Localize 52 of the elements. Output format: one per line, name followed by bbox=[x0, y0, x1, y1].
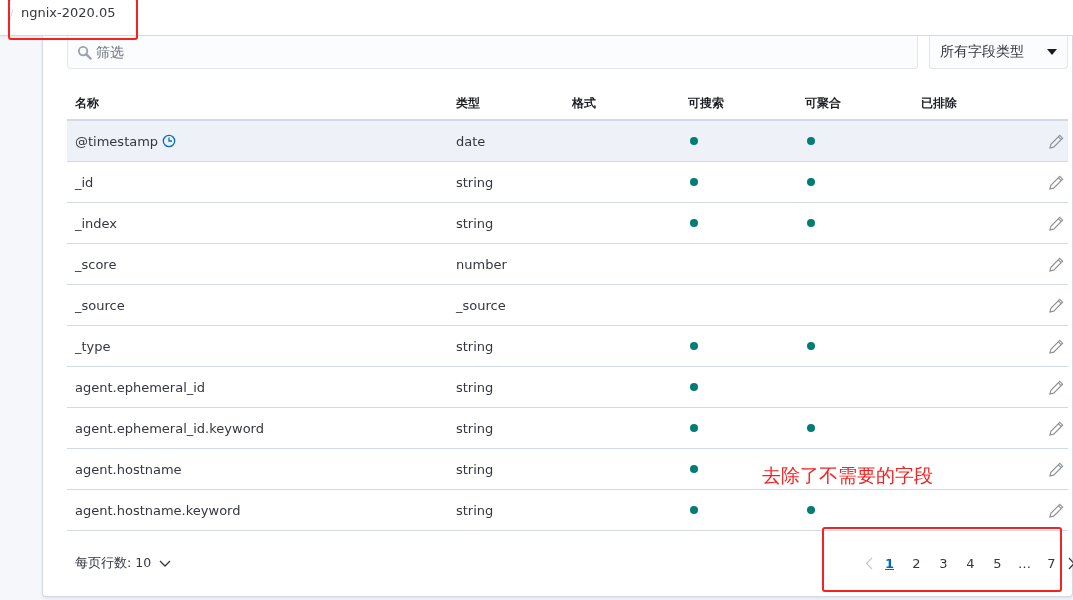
field-type: string bbox=[455, 174, 495, 190]
pencil-icon[interactable] bbox=[1049, 461, 1064, 477]
page-button[interactable]: 4 bbox=[960, 556, 981, 571]
pencil-icon[interactable] bbox=[1049, 133, 1064, 149]
search-field[interactable]: 筛选 bbox=[67, 36, 918, 69]
annotation-text: 去除了不需要的字段 bbox=[762, 463, 933, 488]
field-type: date bbox=[455, 133, 487, 149]
field-name: _score bbox=[75, 256, 117, 272]
field-name: agent.ephemeral_id.keyword bbox=[75, 420, 264, 436]
field-type: string bbox=[455, 379, 495, 395]
column-header[interactable]: 名称 bbox=[67, 95, 448, 111]
chevron-down-icon bbox=[159, 559, 172, 568]
pencil-icon[interactable] bbox=[1049, 420, 1064, 436]
page-button[interactable]: 7 bbox=[1041, 556, 1062, 571]
column-header[interactable]: 格式 bbox=[564, 95, 680, 111]
field-name: _id bbox=[75, 174, 94, 190]
field-type: string bbox=[455, 461, 495, 477]
breadcrumb-current: ngnix-2020.05 bbox=[21, 5, 116, 20]
field-type: string bbox=[455, 338, 495, 354]
field-type: _source bbox=[455, 297, 507, 313]
field-name: _index bbox=[75, 215, 118, 231]
pencil-icon[interactable] bbox=[1049, 502, 1064, 518]
caret-icon bbox=[1047, 49, 1057, 55]
rows-per-page-button[interactable]: 每页行数: 10 bbox=[67, 554, 178, 573]
column-header[interactable]: 可搜索 bbox=[680, 95, 797, 111]
page-button[interactable]: 3 bbox=[933, 556, 954, 571]
column-header[interactable]: 可聚合 bbox=[797, 95, 913, 111]
column-header[interactable]: 类型 bbox=[448, 95, 564, 111]
previous-page-icon[interactable] bbox=[865, 557, 873, 570]
pencil-icon[interactable] bbox=[1049, 174, 1064, 190]
pencil-icon[interactable] bbox=[1049, 297, 1064, 313]
field-name: _type bbox=[75, 338, 111, 354]
field-type: string bbox=[455, 215, 495, 231]
field-name: agent.hostname.keyword bbox=[75, 502, 241, 518]
field-type: number bbox=[455, 256, 508, 272]
field-type: string bbox=[455, 502, 495, 518]
pencil-icon[interactable] bbox=[1049, 338, 1064, 354]
field-name: agent.ephemeral_id bbox=[75, 379, 206, 395]
page-button[interactable]: 5 bbox=[987, 556, 1008, 571]
field-name: @timestamp bbox=[75, 133, 159, 149]
field-type: string bbox=[455, 420, 495, 436]
page-button[interactable]: … bbox=[1014, 556, 1035, 571]
page-button[interactable]: 1 bbox=[879, 556, 900, 571]
field-name: agent.hostname bbox=[75, 461, 182, 477]
field-name: _source bbox=[75, 297, 125, 313]
pencil-icon[interactable] bbox=[1049, 215, 1064, 231]
next-page-icon[interactable] bbox=[1068, 557, 1073, 570]
pencil-icon[interactable] bbox=[1049, 256, 1064, 272]
type-filter-dropdown[interactable]: 所有字段类型 bbox=[929, 36, 1068, 69]
column-header[interactable]: 已排除 bbox=[913, 95, 1029, 111]
page-button[interactable]: 2 bbox=[906, 556, 927, 571]
pencil-icon[interactable] bbox=[1049, 379, 1064, 395]
